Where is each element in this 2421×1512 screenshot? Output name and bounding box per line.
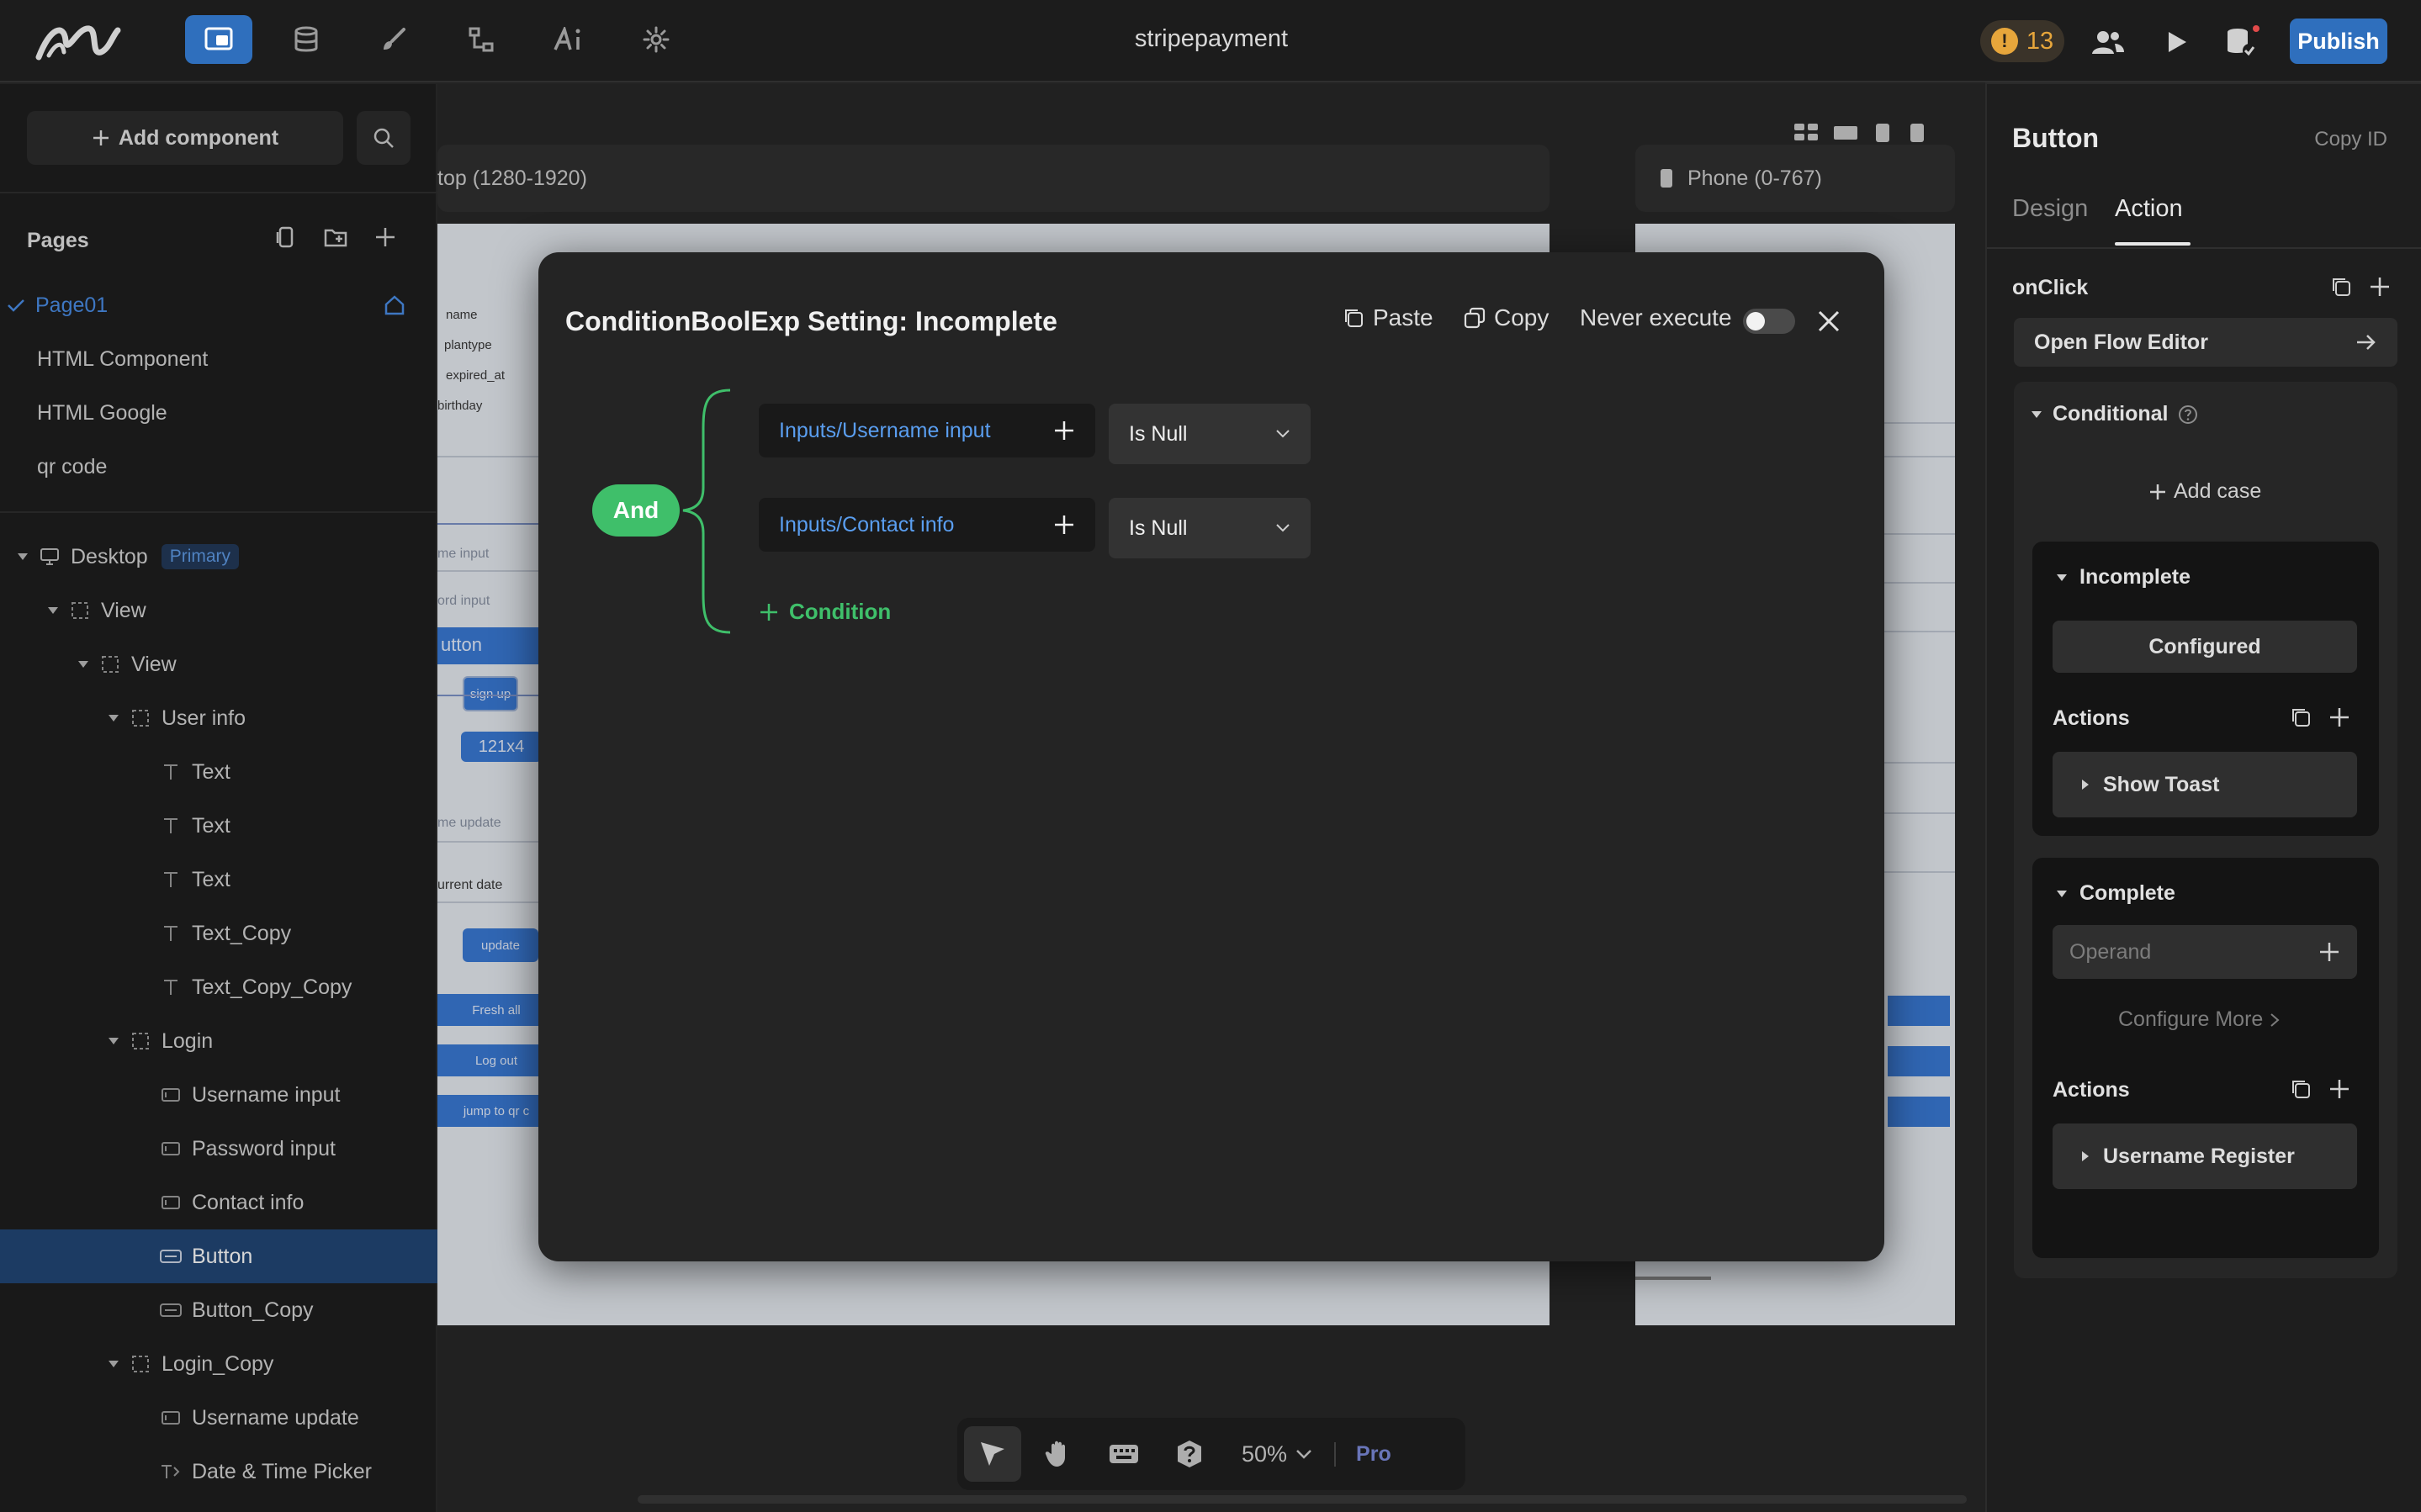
operator-value: Is Null <box>1129 421 1188 446</box>
action-label: Show Toast <box>2103 772 2220 796</box>
toggle-knob <box>1746 312 1765 330</box>
operator-select[interactable]: Is Null <box>1109 404 1311 464</box>
add-icon[interactable] <box>1053 514 1075 536</box>
publish-button[interactable]: Publish <box>2290 19 2387 64</box>
condition-setting-modal: ConditionBoolExp Setting: Incomplete Pas… <box>538 252 1884 1261</box>
condition-field-username-input[interactable]: Inputs/Username input <box>759 404 1095 457</box>
settings-gear-icon[interactable] <box>622 15 690 64</box>
condition-field-label: Inputs/Contact info <box>779 512 955 537</box>
case-actions <box>2290 1078 2350 1100</box>
database-icon[interactable] <box>273 15 340 64</box>
username-register-action[interactable]: Username Register <box>2053 1123 2357 1189</box>
never-execute-label: Never execute <box>1580 304 1732 330</box>
paste-icon[interactable] <box>2330 276 2352 298</box>
condition-bracket <box>682 389 731 634</box>
project-title: stripepayment <box>1134 25 1289 52</box>
brush-icon[interactable] <box>360 15 427 64</box>
operand-placeholder: Operand <box>2069 939 2152 964</box>
open-flow-editor-button[interactable]: Open Flow Editor <box>2014 318 2397 367</box>
divider <box>1987 247 2421 249</box>
add-icon[interactable] <box>1053 420 1075 441</box>
component-title: Button <box>2012 123 2100 153</box>
condition-field-label: Inputs/Username input <box>779 418 991 442</box>
pages-view-button[interactable] <box>185 15 252 64</box>
chevron-right-icon <box>2270 1012 2280 1028</box>
warnings-badge[interactable]: ! 13 <box>1980 20 2064 62</box>
copy-icon <box>1464 307 1486 329</box>
action-label: Username Register <box>2103 1144 2295 1168</box>
plus-icon <box>2148 483 2167 501</box>
caret-right-icon <box>2081 779 2090 790</box>
ai-icon[interactable] <box>535 15 602 64</box>
copy-id-button[interactable]: Copy ID <box>2314 128 2387 151</box>
warning-count: 13 <box>2026 27 2054 55</box>
complete-case-card: Complete Operand Configure More Actions … <box>2032 858 2379 1258</box>
add-condition-button[interactable]: Condition <box>759 599 891 625</box>
paste-label: Paste <box>1373 304 1433 330</box>
caret-down-icon <box>2056 890 2068 898</box>
configured-button[interactable]: Configured <box>2053 621 2357 673</box>
paste-button[interactable]: Paste <box>1343 304 1433 331</box>
conditional-section: Conditional Add case Incomplete Configur… <box>2014 382 2397 1278</box>
complete-header[interactable]: Complete <box>2056 881 2175 906</box>
show-toast-action[interactable]: Show Toast <box>2053 752 2357 817</box>
paste-icon[interactable] <box>2290 706 2312 728</box>
case-actions <box>2290 706 2350 728</box>
onclick-actions <box>2330 276 2391 298</box>
onclick-label: onClick <box>2012 276 2089 299</box>
incomplete-header[interactable]: Incomplete <box>2056 565 2191 589</box>
right-panel: Button Copy ID Design Action onClick Ope… <box>1985 84 2421 1512</box>
caret-down-icon <box>2056 574 2068 582</box>
conditional-label: Conditional <box>2053 402 2169 426</box>
modal-title: ConditionBoolExp Setting: Incomplete <box>565 306 1057 336</box>
add-condition-label: Condition <box>789 599 892 624</box>
add-icon[interactable] <box>2328 706 2350 728</box>
never-execute-toggle[interactable] <box>1743 309 1795 334</box>
add-case-button[interactable]: Add case <box>2148 479 2261 504</box>
copy-label: Copy <box>1494 304 1550 330</box>
chevron-down-icon <box>1275 523 1290 533</box>
configure-more-label: Configure More <box>2118 1007 2264 1031</box>
add-case-label: Add case <box>2174 479 2262 503</box>
caret-down-icon <box>2031 410 2042 419</box>
add-icon[interactable] <box>2369 276 2391 298</box>
add-icon[interactable] <box>2318 941 2340 963</box>
actions-label: Actions <box>2053 1078 2130 1102</box>
warning-icon: ! <box>1990 28 2018 55</box>
configure-more-link[interactable]: Configure More <box>2118 1007 2280 1032</box>
flow-editor-label: Open Flow Editor <box>2034 330 2208 354</box>
chevron-down-icon <box>1275 429 1290 439</box>
add-icon[interactable] <box>2328 1078 2350 1100</box>
incomplete-case-card: Incomplete Configured Actions Show Toast <box>2032 542 2379 836</box>
plus-icon <box>759 602 779 622</box>
app-logo-icon[interactable] <box>34 19 123 66</box>
caret-right-icon <box>2081 1150 2090 1162</box>
data-sync-icon[interactable] <box>2222 22 2263 62</box>
tab-design[interactable]: Design <box>2012 195 2088 223</box>
top-bar: stripepayment ! 13 Publish <box>0 0 2421 82</box>
conditional-header[interactable]: Conditional <box>2031 402 2198 426</box>
users-icon[interactable] <box>2088 22 2128 62</box>
and-operator-pill[interactable]: And <box>592 484 680 537</box>
actions-label: Actions <box>2053 706 2130 730</box>
tab-action[interactable]: Action <box>2115 195 2183 223</box>
complete-label: Complete <box>2079 881 2175 905</box>
operator-select[interactable]: Is Null <box>1109 498 1311 558</box>
operand-field[interactable]: Operand <box>2053 925 2357 979</box>
flow-icon[interactable] <box>448 15 515 64</box>
condition-field-contact-info[interactable]: Inputs/Contact info <box>759 498 1095 552</box>
preview-play-icon[interactable] <box>2157 22 2197 62</box>
incomplete-label: Incomplete <box>2079 565 2191 589</box>
paste-icon <box>1343 307 1364 329</box>
operator-value: Is Null <box>1129 515 1188 540</box>
help-circle-icon[interactable] <box>2178 404 2198 425</box>
arrow-right-icon <box>2355 334 2377 351</box>
paste-icon[interactable] <box>2290 1078 2312 1100</box>
close-icon[interactable] <box>1812 304 1846 338</box>
active-tab-indicator <box>2115 242 2191 246</box>
copy-button[interactable]: Copy <box>1464 304 1549 331</box>
